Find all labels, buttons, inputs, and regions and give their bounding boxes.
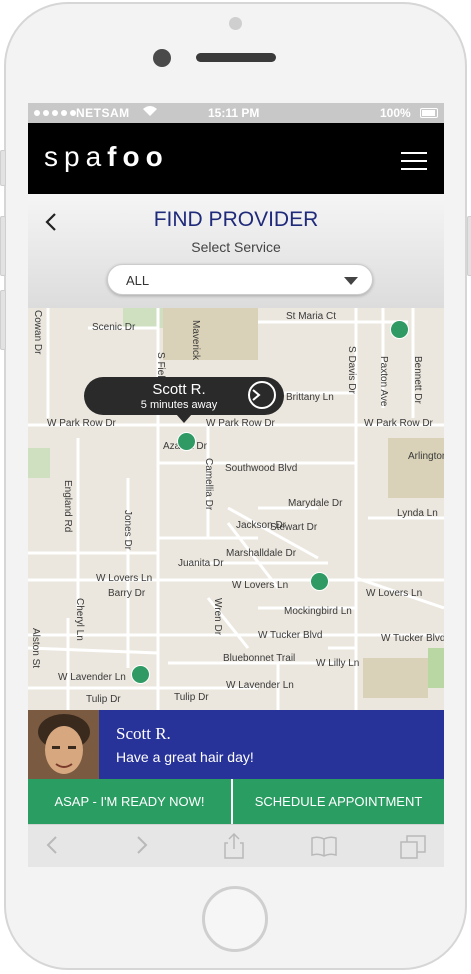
find-provider-header: FIND PROVIDER Select Service ALL	[28, 194, 444, 308]
street-label: W Park Row Dr	[364, 418, 433, 429]
menu-icon[interactable]	[401, 152, 427, 172]
home-button[interactable]	[202, 886, 268, 952]
asap-button[interactable]: ASAP - I'M READY NOW!	[28, 779, 231, 824]
provider-pin[interactable]	[310, 572, 329, 591]
street-label: W Lovers Ln	[366, 588, 423, 599]
street-label: Marydale Dr	[288, 498, 343, 509]
street-label: Lynda Ln	[397, 508, 438, 519]
provider-map-popup[interactable]: Scott R. 5 minutes away	[84, 377, 284, 423]
app-header: spafoo	[28, 123, 444, 194]
browser-toolbar	[28, 824, 444, 867]
street-label: Cowan Dr	[32, 310, 43, 355]
street-label: St Maria Ct	[286, 311, 337, 322]
street-label: Camellia Dr	[203, 458, 214, 511]
street-label: Marshalldale Dr	[226, 548, 297, 559]
street-label: W Lavender Ln	[226, 680, 294, 691]
volume-up-button	[0, 216, 6, 276]
provider-card[interactable]: Scott R. Have a great hair day!	[28, 710, 444, 779]
bookmarks-icon[interactable]	[311, 835, 337, 863]
front-camera	[153, 49, 171, 67]
arrow-right-icon[interactable]	[248, 381, 276, 409]
volume-down-button	[0, 290, 6, 350]
street-label: Wren Dr	[212, 598, 223, 636]
sensor-dot	[229, 17, 242, 30]
street-label: Cheryl Ln	[74, 598, 85, 641]
provider-message: Have a great hair day!	[116, 749, 254, 765]
street-label: Jackson Dr	[236, 520, 287, 531]
avatar	[28, 710, 99, 779]
street-label: W Tucker Blvd	[381, 633, 444, 644]
back-icon[interactable]	[46, 835, 58, 861]
street-label: Arlington	[408, 451, 444, 462]
popup-eta: 5 minutes away	[140, 399, 218, 411]
provider-pin-selected[interactable]	[177, 432, 196, 451]
battery-icon	[420, 108, 438, 118]
power-button	[467, 216, 471, 276]
street-label: Juanita Dr	[178, 558, 224, 569]
clock: 15:11 PM	[208, 106, 260, 120]
popup-provider-name: Scott R.	[152, 381, 206, 398]
mute-switch	[0, 150, 6, 186]
street-label: England Rd	[62, 480, 73, 533]
street-label: W Park Row Dr	[206, 418, 275, 429]
street-label: W Lovers Ln	[96, 573, 153, 584]
carrier-name: NETSAM	[76, 106, 130, 120]
service-dropdown[interactable]: ALL	[107, 264, 373, 295]
wifi-icon	[142, 105, 158, 120]
earpiece-speaker	[196, 53, 276, 62]
street-label: Southwood Blvd	[225, 463, 298, 474]
street-label: S Davis Dr	[346, 346, 357, 394]
street-label: Bennett Dr	[412, 356, 423, 404]
battery-percent: 100%	[380, 106, 411, 120]
screen: NETSAM 15:11 PM 100% spafoo FIND PROVIDE…	[28, 103, 444, 867]
street-label: Barry Dr	[108, 588, 146, 599]
street-label: W Lavender Ln	[58, 672, 126, 683]
provider-pin[interactable]	[131, 665, 150, 684]
street-label: W Tucker Blvd	[258, 630, 323, 641]
chevron-down-icon[interactable]	[344, 277, 358, 285]
spafoo-logo[interactable]: spafoo	[44, 141, 169, 173]
page-title: FIND PROVIDER	[153, 208, 319, 231]
street-label: Alston St	[30, 628, 41, 669]
map[interactable]: Scenic Dr St Maria Ct Maverick S Fielder…	[28, 308, 444, 710]
provider-name: Scott R.	[116, 724, 171, 743]
signal-dots	[34, 110, 76, 116]
street-label: Mockingbird Ln	[284, 606, 352, 617]
tabs-icon[interactable]	[400, 835, 426, 865]
status-bar: NETSAM 15:11 PM 100%	[28, 103, 444, 123]
street-label: Tulip Dr	[86, 694, 121, 705]
share-icon[interactable]	[224, 832, 244, 865]
street-label: W Park Row Dr	[47, 418, 116, 429]
street-label: Maverick	[190, 320, 201, 361]
service-dropdown-value: ALL	[126, 273, 150, 288]
street-label: W Lovers Ln	[232, 580, 289, 591]
action-bar: ASAP - I'M READY NOW! SCHEDULE APPOINTME…	[28, 779, 444, 824]
street-label: Tulip Dr	[174, 692, 209, 703]
street-label: Brittany Ln	[286, 392, 334, 403]
forward-icon[interactable]	[136, 835, 148, 861]
street-label: Jones Dr	[122, 510, 133, 551]
street-label: Paxton Ave	[378, 356, 389, 407]
provider-pin[interactable]	[390, 320, 409, 339]
street-label: Bluebonnet Trail	[223, 653, 296, 664]
schedule-appointment-button[interactable]: SCHEDULE APPOINTMENT	[233, 779, 444, 824]
select-service-label: Select Service	[191, 239, 281, 255]
street-label: W Lilly Ln	[316, 658, 360, 669]
street-label: Scenic Dr	[92, 322, 136, 333]
